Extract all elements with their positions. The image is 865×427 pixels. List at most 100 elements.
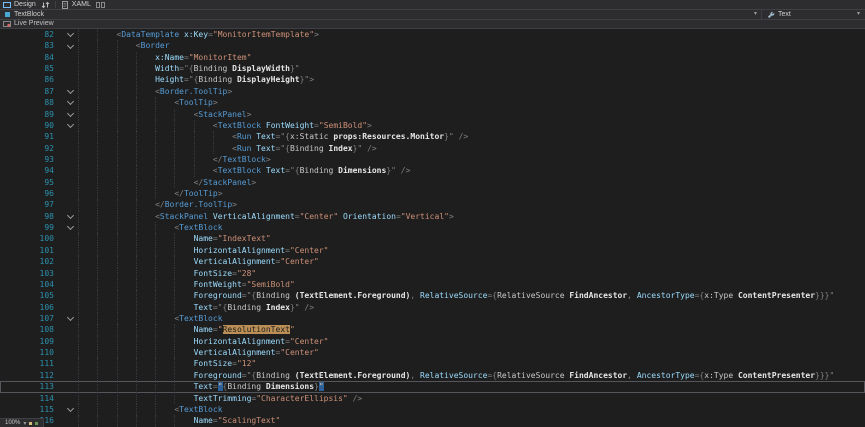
line-number[interactable]: 107 [0, 313, 62, 324]
code-line-112[interactable]: 112Foreground="{Binding (TextElement.For… [0, 370, 865, 381]
fold-chevron-icon[interactable] [62, 97, 78, 108]
code-line-91[interactable]: 91 <Run Text="{x:Static props:Resources.M… [0, 131, 865, 142]
code-text[interactable]: <Run Text="{x:Static props:Resources.Mon… [78, 131, 865, 142]
code-line-111[interactable]: 111 FontSize="12" [0, 358, 865, 369]
code-line-93[interactable]: 93 </TextBlock> [0, 154, 865, 165]
code-line-116[interactable]: 116Name="ScalingText" [0, 415, 865, 426]
code-text[interactable]: <TextBlock FontWeight="SemiBold"> [78, 120, 865, 131]
line-number[interactable]: 88 [0, 97, 62, 108]
live-preview-toggle[interactable]: Live Preview [0, 20, 865, 29]
line-number[interactable]: 95 [0, 177, 62, 188]
code-text[interactable]: VerticalAlignment="Center" [78, 347, 865, 358]
code-text[interactable]: FontSize="12" [78, 358, 865, 369]
line-number[interactable]: 100 [0, 233, 62, 244]
code-text[interactable]: </StackPanel> [78, 177, 865, 188]
design-tab[interactable]: Design [3, 0, 36, 9]
code-text[interactable]: <Run Text="{Binding Index}" /> [78, 143, 865, 154]
line-number[interactable]: 103 [0, 268, 62, 279]
line-number[interactable]: 104 [0, 279, 62, 290]
line-number[interactable]: 89 [0, 109, 62, 120]
code-line-102[interactable]: 102 VerticalAlignment="Center" [0, 256, 865, 267]
line-number[interactable]: 93 [0, 154, 62, 165]
code-text[interactable]: x:Name="MonitorItem" [78, 52, 865, 63]
code-text[interactable]: </Border.ToolTip> [78, 199, 865, 210]
code-line-104[interactable]: 104 FontWeight="SemiBold" [0, 279, 865, 290]
code-line-113[interactable]: 113 Text="{Binding Dimensions}" [0, 381, 865, 392]
code-line-97[interactable]: 97</Border.ToolTip> [0, 199, 865, 210]
fold-chevron-icon[interactable] [62, 86, 78, 97]
code-text[interactable]: <TextBlock [78, 222, 865, 233]
code-line-95[interactable]: 95 </StackPanel> [0, 177, 865, 188]
code-text[interactable]: </ToolTip> [78, 188, 865, 199]
code-line-106[interactable]: 106Text="{Binding Index}" /> [0, 302, 865, 313]
line-number[interactable]: 87 [0, 86, 62, 97]
fold-chevron-icon[interactable] [62, 404, 78, 415]
line-number[interactable]: 84 [0, 52, 62, 63]
line-number[interactable]: 110 [0, 347, 62, 358]
code-text[interactable]: VerticalAlignment="Center" [78, 256, 865, 267]
fold-chevron-icon[interactable] [62, 109, 78, 120]
line-number[interactable]: 108 [0, 324, 62, 335]
line-number[interactable]: 112 [0, 370, 62, 381]
line-number[interactable]: 86 [0, 74, 62, 85]
line-number[interactable]: 99 [0, 222, 62, 233]
line-number[interactable]: 85 [0, 63, 62, 74]
code-text[interactable]: TextTrimming="CharacterEllipsis" /> [78, 393, 865, 404]
code-line-89[interactable]: 89 <StackPanel> [0, 109, 865, 120]
code-line-110[interactable]: 110 VerticalAlignment="Center" [0, 347, 865, 358]
code-line-107[interactable]: 107<TextBlock [0, 313, 865, 324]
fold-chevron-icon[interactable] [62, 222, 78, 233]
line-number[interactable]: 83 [0, 40, 62, 51]
code-line-82[interactable]: 82<DataTemplate x:Key="MonitorItemTempla… [0, 29, 865, 40]
code-line-87[interactable]: 87 <Border.ToolTip> [0, 86, 865, 97]
code-line-100[interactable]: 100Name="IndexText" [0, 233, 865, 244]
fold-chevron-icon[interactable] [62, 120, 78, 131]
fold-chevron-icon[interactable] [62, 313, 78, 324]
line-number[interactable]: 96 [0, 188, 62, 199]
code-text[interactable]: FontSize="28" [78, 268, 865, 279]
code-text[interactable]: Height="{Binding DisplayHeight}"> [78, 74, 865, 85]
code-line-101[interactable]: 101HorizontalAlignment="Center" [0, 245, 865, 256]
code-text[interactable]: Name="ResolutionText" [78, 324, 865, 335]
line-number[interactable]: 111 [0, 358, 62, 369]
code-line-83[interactable]: 83 <Border [0, 40, 865, 51]
line-number[interactable]: 91 [0, 131, 62, 142]
code-line-96[interactable]: 96 </ToolTip> [0, 188, 865, 199]
split-view-icon[interactable] [96, 1, 105, 9]
line-number[interactable]: 114 [0, 393, 62, 404]
editor-zoom-control[interactable]: 100% ▾ [0, 418, 44, 427]
code-line-105[interactable]: 105Foreground="{Binding (TextElement.For… [0, 290, 865, 301]
code-text[interactable]: <TextBlock [78, 404, 865, 415]
code-text[interactable]: <DataTemplate x:Key="MonitorItemTemplate… [78, 29, 865, 40]
line-number[interactable]: 105 [0, 290, 62, 301]
line-number[interactable]: 98 [0, 211, 62, 222]
code-line-109[interactable]: 109 HorizontalAlignment="Center" [0, 336, 865, 347]
property-breadcrumb-combo[interactable]: Text ▾ [761, 10, 865, 19]
fold-chevron-icon[interactable] [62, 29, 78, 40]
code-text[interactable]: <StackPanel VerticalAlignment="Center" O… [78, 211, 865, 222]
code-line-114[interactable]: 114 TextTrimming="CharacterEllipsis" /> [0, 393, 865, 404]
code-text[interactable]: HorizontalAlignment="Center" [78, 245, 865, 256]
code-text[interactable]: HorizontalAlignment="Center" [78, 336, 865, 347]
fold-chevron-icon[interactable] [62, 40, 78, 51]
code-text[interactable]: Width="{Binding DisplayWidth}" [78, 63, 865, 74]
code-line-99[interactable]: 99 <TextBlock [0, 222, 865, 233]
code-line-92[interactable]: 92<Run Text="{Binding Index}" /> [0, 143, 865, 154]
code-text[interactable]: Text="{Binding Dimensions}" [78, 381, 865, 392]
code-text[interactable]: <Border [78, 40, 865, 51]
line-number[interactable]: 113 [0, 381, 62, 392]
fold-chevron-icon[interactable] [62, 211, 78, 222]
code-text[interactable]: <TextBlock Text="{Binding Dimensions}" /… [78, 165, 865, 176]
element-breadcrumb-combo[interactable]: TextBlock ▾ [0, 10, 761, 19]
line-number[interactable]: 109 [0, 336, 62, 347]
line-number[interactable]: 106 [0, 302, 62, 313]
code-text[interactable]: FontWeight="SemiBold" [78, 279, 865, 290]
code-line-84[interactable]: 84 x:Name="MonitorItem" [0, 52, 865, 63]
line-number[interactable]: 102 [0, 256, 62, 267]
line-number[interactable]: 115 [0, 404, 62, 415]
code-text[interactable]: </TextBlock> [78, 154, 865, 165]
line-number[interactable]: 94 [0, 165, 62, 176]
code-text[interactable]: <StackPanel> [78, 109, 865, 120]
code-line-98[interactable]: 98 <StackPanel VerticalAlignment="Center"… [0, 211, 865, 222]
code-text[interactable]: <Border.ToolTip> [78, 86, 865, 97]
